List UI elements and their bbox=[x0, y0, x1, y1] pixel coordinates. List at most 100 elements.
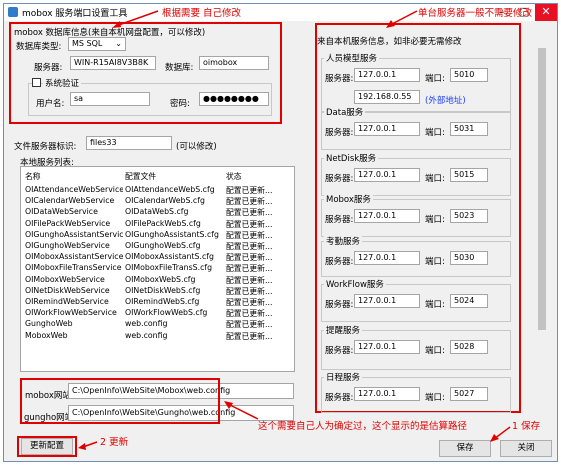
table-row[interactable]: OIMoboxFileTransService OIMoboxFileTransS… bbox=[21, 263, 289, 274]
service-port-input[interactable]: 5015 bbox=[450, 168, 488, 182]
service-name-cell: MoboxWeb bbox=[25, 330, 68, 340]
status-cell: 配置已更新... bbox=[226, 320, 273, 330]
service-group-title: Mobox服务 bbox=[324, 193, 373, 205]
service-server-label: 服务器: bbox=[325, 215, 354, 225]
service-port-label: 端口: bbox=[425, 300, 445, 310]
app-icon bbox=[8, 7, 18, 17]
save-button[interactable]: 保存 bbox=[439, 440, 491, 457]
annotation-arrow-paths bbox=[224, 401, 259, 420]
config-file-cell: web.config bbox=[125, 319, 168, 329]
status-cell: 配置已更新... bbox=[226, 197, 273, 207]
service-server-label: 服务器: bbox=[325, 257, 354, 267]
service-server-input[interactable]: 127.0.0.1 bbox=[354, 209, 420, 223]
table-row[interactable]: OIAttendanceWebService OIAttendanceWebS.c… bbox=[21, 185, 289, 196]
service-name-cell: OIWorkFlowWebService bbox=[25, 308, 117, 318]
right-panel-scrollbar[interactable] bbox=[537, 42, 547, 410]
table-row[interactable]: OICalendarWebService OICalendarWebS.cfg 配置… bbox=[21, 196, 289, 207]
local-services-list[interactable]: 名称 配置文件 状态 OIAttendanceWebService OIAtten… bbox=[20, 166, 295, 372]
config-file-cell: OIDataWebS.cfg bbox=[125, 207, 189, 217]
table-row[interactable]: OIRemindWebService OIRemindWebS.cfg 配置已更新.… bbox=[21, 297, 289, 308]
table-row[interactable]: OIMoboxWebService OIMoboxWebS.cfg 配置已更新... bbox=[21, 275, 289, 286]
config-file-cell: OIMoboxFileTransS.cfg bbox=[125, 263, 213, 273]
file-server-label: 文件服务器标识: bbox=[14, 142, 77, 152]
status-cell: 配置已更新... bbox=[226, 275, 273, 285]
close-icon[interactable]: ✕ bbox=[535, 4, 557, 21]
table-row[interactable]: OIMoboxAssistantService OIMoboxAssistantS… bbox=[21, 252, 289, 263]
status-cell: 配置已更新... bbox=[226, 186, 273, 195]
table-row[interactable]: OINetDiskWebService OINetDiskWebS.cfg 配置已更… bbox=[21, 286, 289, 297]
annotation-top-left: 根据需要 自己修改 bbox=[162, 8, 242, 19]
annotation-update: 2 更新 bbox=[100, 437, 129, 448]
service-server-input[interactable]: 127.0.0.1 bbox=[354, 122, 420, 136]
service-name-cell: OIFilePackWebService bbox=[25, 218, 111, 228]
service-server-input[interactable]: 127.0.0.1 bbox=[354, 340, 420, 354]
service-port-label: 端口: bbox=[425, 346, 445, 356]
config-file-cell: OIGunghoAssistantS.cfg bbox=[125, 229, 219, 239]
service-server-label: 服务器: bbox=[325, 128, 354, 138]
status-cell: 配置已更新... bbox=[226, 298, 273, 307]
annotation-config-paths: 这个需要自己人为确定过，这个显示的是估算路径 bbox=[258, 421, 468, 432]
service-port-label: 端口: bbox=[425, 128, 445, 138]
service-port-input[interactable]: 5031 bbox=[450, 122, 488, 136]
service-port-input[interactable]: 5030 bbox=[450, 251, 488, 265]
service-server-input[interactable]: 127.0.0.1 bbox=[354, 68, 420, 82]
service-port-input[interactable]: 5010 bbox=[450, 68, 488, 82]
table-row[interactable]: OIDataWebService OIDataWebS.cfg 配置已更新... bbox=[21, 207, 289, 218]
table-row[interactable]: MoboxWeb web.config 配置已更新... bbox=[21, 331, 289, 342]
service-server-label: 服务器: bbox=[325, 74, 354, 84]
config-file-cell: OINetDiskWebS.cfg bbox=[125, 285, 201, 295]
external-address-input[interactable]: 192.168.0.55 bbox=[354, 90, 420, 104]
service-server-label: 服务器: bbox=[325, 346, 354, 356]
annotation-arrow-update bbox=[78, 441, 98, 450]
service-name-cell: OICalendarWebService bbox=[25, 196, 115, 206]
service-name-cell: OIMoboxAssistantService bbox=[25, 252, 123, 262]
annotation-arrow-top-right bbox=[386, 10, 418, 28]
config-file-cell: OIMoboxAssistantS.cfg bbox=[125, 252, 214, 262]
annotation-save: 1 保存 bbox=[512, 421, 541, 432]
service-port-label: 端口: bbox=[425, 74, 445, 84]
service-server-label: 服务器: bbox=[325, 393, 354, 403]
status-cell: 配置已更新... bbox=[226, 264, 273, 274]
config-file-cell: OIFilePackWebS.cfg bbox=[125, 218, 201, 228]
service-port-input[interactable]: 5023 bbox=[450, 209, 488, 223]
service-group-title: 考勤服务 bbox=[324, 235, 363, 247]
service-port-input[interactable]: 5028 bbox=[450, 340, 488, 354]
table-row[interactable]: OIGunghoWebService OIGunghoWebS.cfg 配置已更新.… bbox=[21, 241, 289, 252]
service-group-title: Data服务 bbox=[324, 106, 366, 118]
service-group-title: WorkFlow服务 bbox=[324, 278, 386, 290]
table-row[interactable]: OIWorkFlowWebService OIWorkFlowWebS.cfg 配置… bbox=[21, 308, 289, 319]
status-cell: 配置已更新... bbox=[226, 309, 273, 319]
annotation-arrow-save bbox=[490, 426, 511, 442]
status-cell: 配置已更新... bbox=[226, 208, 273, 218]
service-port-input[interactable]: 5024 bbox=[450, 294, 488, 308]
list-header: 名称 配置文件 状态 bbox=[21, 171, 289, 182]
status-cell: 配置已更新... bbox=[226, 331, 273, 341]
file-server-input[interactable]: files33 bbox=[86, 136, 172, 150]
table-row[interactable]: OIGunghoAssistantService OIGunghoAssistan… bbox=[21, 230, 289, 241]
config-file-cell: OIMoboxWebS.cfg bbox=[125, 274, 196, 284]
service-name-cell: OIMoboxWebService bbox=[25, 274, 105, 284]
config-file-cell: OIGunghoWebS.cfg bbox=[125, 241, 201, 250]
status-cell: 配置已更新... bbox=[226, 286, 273, 296]
scrollbar-thumb[interactable] bbox=[538, 48, 546, 330]
service-server-input[interactable]: 127.0.0.1 bbox=[354, 387, 420, 401]
service-port-label: 端口: bbox=[425, 215, 445, 225]
service-server-label: 服务器: bbox=[325, 300, 354, 310]
service-server-label: 服务器: bbox=[325, 174, 354, 184]
service-port-input[interactable]: 5027 bbox=[450, 387, 488, 401]
table-row[interactable]: GunghoWeb web.config 配置已更新... bbox=[21, 319, 289, 330]
external-address-note: (外部地址) bbox=[425, 96, 466, 106]
update-button-highlight bbox=[17, 436, 77, 457]
service-server-input[interactable]: 127.0.0.1 bbox=[354, 168, 420, 182]
column-header-status: 状态 bbox=[226, 172, 242, 181]
right-panel-heading: 来自本机服务信息，如非必要无需修改 bbox=[317, 37, 462, 47]
config-file-cell: OIAttendanceWebS.cfg bbox=[125, 185, 215, 194]
service-server-input[interactable]: 127.0.0.1 bbox=[354, 294, 420, 308]
service-name-cell: OIMoboxFileTransService bbox=[25, 263, 122, 273]
column-header-name: 名称 bbox=[25, 172, 41, 181]
table-row[interactable]: OIFilePackWebService OIFilePackWebS.cfg 配置… bbox=[21, 219, 289, 230]
service-port-label: 端口: bbox=[425, 393, 445, 403]
service-name-cell: OIRemindWebService bbox=[25, 297, 109, 306]
service-server-input[interactable]: 127.0.0.1 bbox=[354, 251, 420, 265]
service-name-cell: GunghoWeb bbox=[25, 319, 73, 329]
